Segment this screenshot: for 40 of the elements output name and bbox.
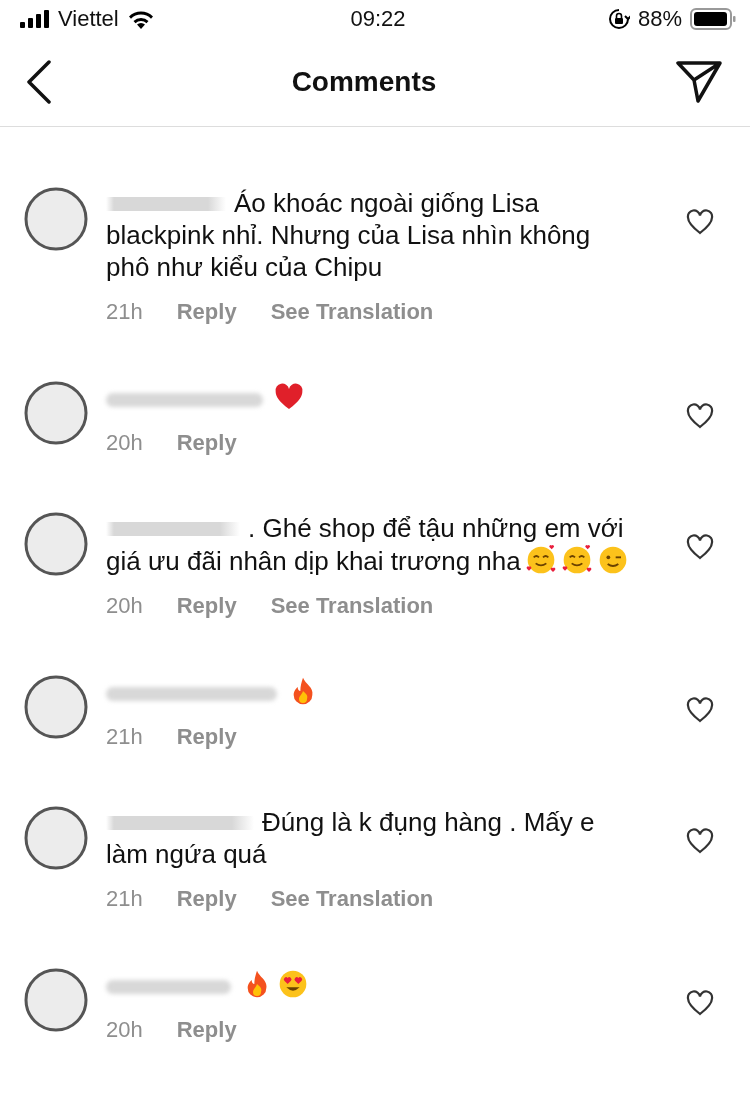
like-heart-icon[interactable] xyxy=(686,697,714,723)
comment-action-link[interactable]: Reply xyxy=(176,430,237,456)
comment-action-link[interactable]: Reply xyxy=(176,1017,237,1043)
comment-action-link[interactable]: See Translation xyxy=(270,299,434,325)
page-title: Comments xyxy=(291,66,437,98)
comment-time: 21h xyxy=(106,299,143,325)
like-heart-icon[interactable] xyxy=(686,990,714,1016)
heart-eyes-emoji-icon xyxy=(277,968,309,1000)
comment-time: 21h xyxy=(106,724,143,750)
comment-action-link[interactable]: Reply xyxy=(176,724,237,750)
back-icon[interactable] xyxy=(26,60,52,104)
comment-time: 20h xyxy=(106,593,143,619)
signal-icon xyxy=(20,10,50,28)
comment-action-link[interactable]: Reply xyxy=(176,593,237,619)
send-icon[interactable] xyxy=(676,60,722,104)
like-heart-icon[interactable] xyxy=(686,828,714,854)
smiling-face-with-hearts-emoji-icon xyxy=(524,544,557,576)
battery-percent: 88% xyxy=(637,6,682,32)
smiling-face-with-hearts-emoji-icon xyxy=(560,544,593,576)
wifi-icon xyxy=(126,9,155,29)
avatar[interactable] xyxy=(24,187,88,251)
comment-time: 21h xyxy=(106,886,143,912)
avatar[interactable] xyxy=(24,512,88,576)
like-heart-icon[interactable] xyxy=(686,403,714,429)
clock-time: 09:22 xyxy=(350,6,406,32)
like-heart-icon[interactable] xyxy=(686,534,714,560)
comment-action-link[interactable]: Reply xyxy=(176,886,237,912)
carrier-name: Viettel xyxy=(58,6,119,32)
rotation-lock-icon xyxy=(607,8,630,30)
avatar[interactable] xyxy=(24,806,88,870)
comment-time: 20h xyxy=(106,1017,143,1043)
comment-action-link[interactable]: Reply xyxy=(176,299,237,325)
comment-action-link[interactable]: See Translation xyxy=(270,886,434,912)
avatar[interactable] xyxy=(24,675,88,739)
avatar[interactable] xyxy=(24,968,88,1032)
comment-action-link[interactable]: See Translation xyxy=(270,593,434,619)
comment-time: 20h xyxy=(106,430,143,456)
avatar[interactable] xyxy=(24,381,88,445)
battery-icon xyxy=(690,8,736,30)
like-heart-icon[interactable] xyxy=(686,209,714,235)
